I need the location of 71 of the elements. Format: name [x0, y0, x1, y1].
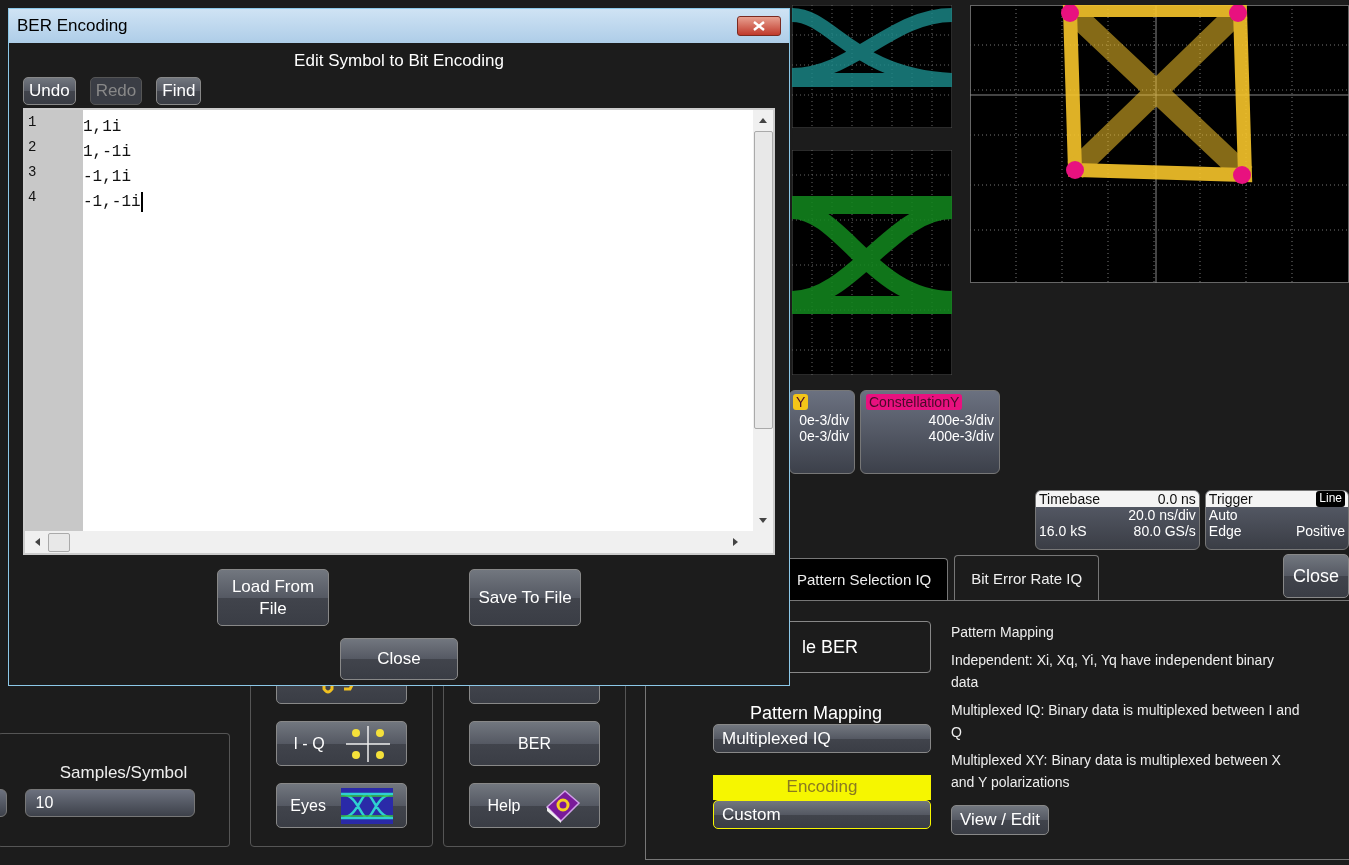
help-text: Independent: Xi, Xq, Yi, Yq have independent binary data — [951, 651, 1276, 692]
trace-descriptor[interactable]: Y 0e-3/div 0e-3/div — [789, 390, 855, 474]
sample-rate-value: 80.0 GS/s — [1133, 523, 1196, 539]
scale-value: 0e-3/div — [799, 412, 849, 428]
menu-button[interactable]: I - Q — [276, 721, 407, 766]
vertical-scrollbar[interactable] — [753, 110, 773, 531]
help-text: Multiplexed XY: Binary data is multiplexed between X and Y polarizations — [951, 751, 1282, 792]
code-line: -1,-1i — [83, 192, 141, 211]
symbol-point — [1229, 5, 1247, 22]
scale-value: 400e-3/div — [928, 428, 994, 444]
file-button[interactable]: Load From File — [217, 569, 329, 626]
trace-descriptor[interactable]: ConstellationY 400e-3/div 400e-3/div — [860, 390, 1000, 474]
dialog-heading: Edit Symbol to Bit Encoding — [294, 51, 504, 71]
menu-button[interactable]: Help — [469, 783, 600, 828]
code-line: -1,1i — [83, 167, 131, 186]
timebase-descriptor[interactable]: Timebase 0.0 ns 20.0 ns/div 16.0 kS 80.0 GS/s — [1035, 490, 1200, 550]
code-editor[interactable]: 1 2 3 4 1,1i 1,-1i -1,1i -1,-1i — [23, 108, 775, 555]
scale-value: 400e-3/div — [928, 412, 994, 428]
samples-per-symbol-label: Samples/Symbol — [59, 763, 188, 783]
encoding-dropdown[interactable]: Custom — [713, 800, 931, 829]
samples-per-symbol-field[interactable]: 10 — [24, 789, 195, 817]
close-button[interactable]: Close — [1283, 554, 1349, 598]
file-button[interactable]: Save To File — [469, 569, 581, 626]
trace-label: Y — [793, 394, 809, 410]
time-per-div-value: 20.0 ns/div — [1128, 507, 1196, 523]
up-arrow-icon — [759, 118, 767, 123]
close-button[interactable]: Close — [340, 638, 458, 680]
line-number: 3 — [27, 164, 38, 182]
code-line: 1,-1i — [83, 142, 131, 161]
help-title: Pattern Mapping — [951, 623, 1054, 642]
delay-value: 0.0 ns — [1157, 491, 1196, 507]
close-button[interactable] — [737, 16, 781, 36]
constellation-icon — [345, 725, 390, 762]
help-text: Multiplexed IQ: Binary data is multiplexed between I and Q — [951, 701, 1301, 742]
trigger-slope-value: Positive — [1295, 523, 1345, 539]
tab[interactable]: Bit Error Rate IQ — [954, 555, 1100, 600]
symbol-point — [1061, 5, 1079, 22]
pattern-mapping-label: Pattern Mapping — [748, 703, 884, 724]
trigger-descriptor[interactable]: Trigger Line Auto Edge Positive — [1204, 490, 1349, 550]
trigger-type-value: Edge — [1208, 523, 1242, 539]
trigger-mode-value: Auto — [1208, 507, 1238, 523]
line-number: 1 — [27, 114, 38, 132]
scale-value: 0e-3/div — [799, 428, 849, 444]
left-arrow-icon — [35, 538, 40, 546]
pattern-mapping-dropdown[interactable]: Multiplexed IQ — [713, 724, 931, 753]
window-title: BER Encoding — [17, 16, 128, 36]
scrollbar-thumb[interactable] — [48, 532, 70, 552]
menu-button[interactable]: Eyes — [276, 783, 407, 828]
code-line: 1,1i — [83, 117, 122, 136]
scrollbar-thumb[interactable] — [753, 131, 773, 429]
horizontal-scrollbar[interactable] — [25, 531, 773, 553]
view-edit-button[interactable]: View / Edit — [951, 805, 1049, 835]
sample-count-value: 16.0 kS — [1039, 523, 1087, 539]
toolbar-button[interactable]: Find — [156, 77, 202, 105]
help-book-icon — [543, 788, 582, 823]
symbol-point — [1233, 166, 1251, 184]
menu-button[interactable]: BER — [469, 721, 600, 766]
close-icon — [753, 21, 765, 31]
symbol-point — [1066, 161, 1084, 179]
eye-diagram-icon — [340, 787, 393, 824]
trigger-label: Trigger — [1208, 491, 1253, 507]
trace-label: ConstellationY — [866, 394, 963, 410]
down-arrow-icon — [759, 518, 767, 523]
trigger-source-badge: Line — [1316, 491, 1345, 507]
line-number: 2 — [27, 139, 38, 157]
text-caret — [140, 191, 143, 212]
encoding-label: Encoding — [713, 775, 931, 800]
toolbar-button[interactable]: Undo — [23, 77, 76, 105]
right-arrow-icon — [733, 538, 738, 546]
line-number: 4 — [27, 189, 38, 207]
timebase-label: Timebase — [1039, 491, 1100, 507]
